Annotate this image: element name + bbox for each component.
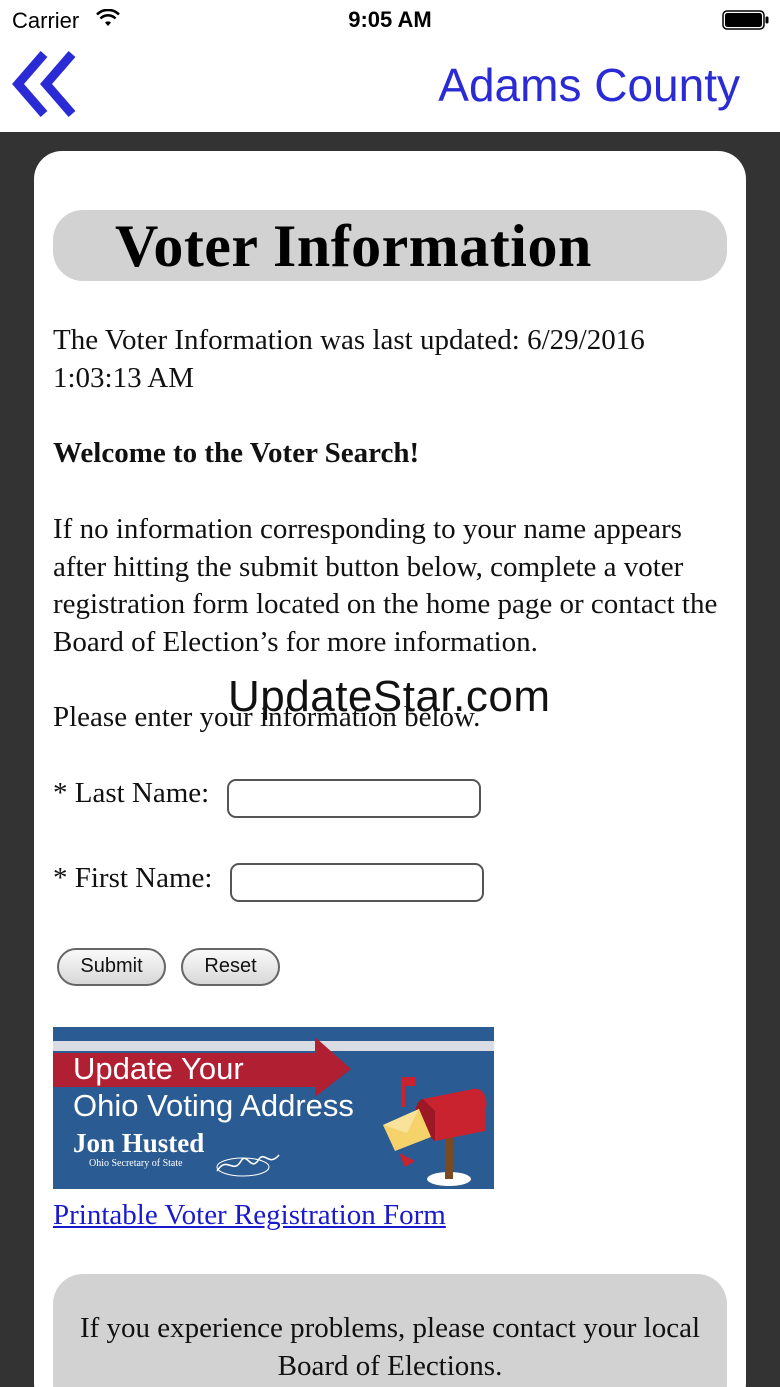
navigation-bar: Adams County (0, 40, 780, 132)
reset-button[interactable]: Reset (181, 948, 280, 986)
submit-button[interactable]: Submit (57, 948, 166, 986)
update-address-banner[interactable]: Update Your Ohio Voting Address Jon Hust… (53, 1027, 494, 1189)
content-card: Voter Information The Voter Information … (34, 151, 746, 1387)
welcome-heading: Welcome to the Voter Search! (53, 437, 420, 469)
last-name-input[interactable] (227, 779, 481, 818)
signature-icon (216, 1154, 280, 1177)
status-bar: Carrier 9:05 AM (0, 0, 780, 40)
last-name-label: * Last Name: (53, 777, 210, 809)
back-button[interactable] (10, 46, 82, 122)
mailbox-icon (383, 1077, 487, 1186)
help-footer: If you experience problems, please conta… (53, 1274, 727, 1387)
banner-official-title: Ohio Secretary of State (89, 1158, 183, 1169)
banner-headline-line1: Update Your (73, 1051, 244, 1086)
last-updated-text: The Voter Information was last updated: … (53, 324, 645, 394)
status-time: 9:05 AM (348, 7, 432, 32)
page-header: Voter Information (53, 210, 727, 281)
first-name-label: * First Name: (53, 862, 213, 894)
page-title: Voter Information (115, 213, 592, 279)
banner-official-name: Jon Husted (73, 1128, 205, 1158)
watermark-text: UpdateStar.com (228, 672, 551, 721)
registration-form-link[interactable]: Printable Voter Registration Form (53, 1199, 446, 1232)
nav-title: Adams County (438, 59, 740, 111)
info-paragraph: If no information corresponding to your … (53, 513, 718, 658)
first-name-input[interactable] (230, 863, 484, 902)
help-text: If you experience problems, please conta… (79, 1312, 701, 1382)
banner-headline-line2: Ohio Voting Address (73, 1088, 354, 1123)
battery-icon (722, 10, 769, 30)
